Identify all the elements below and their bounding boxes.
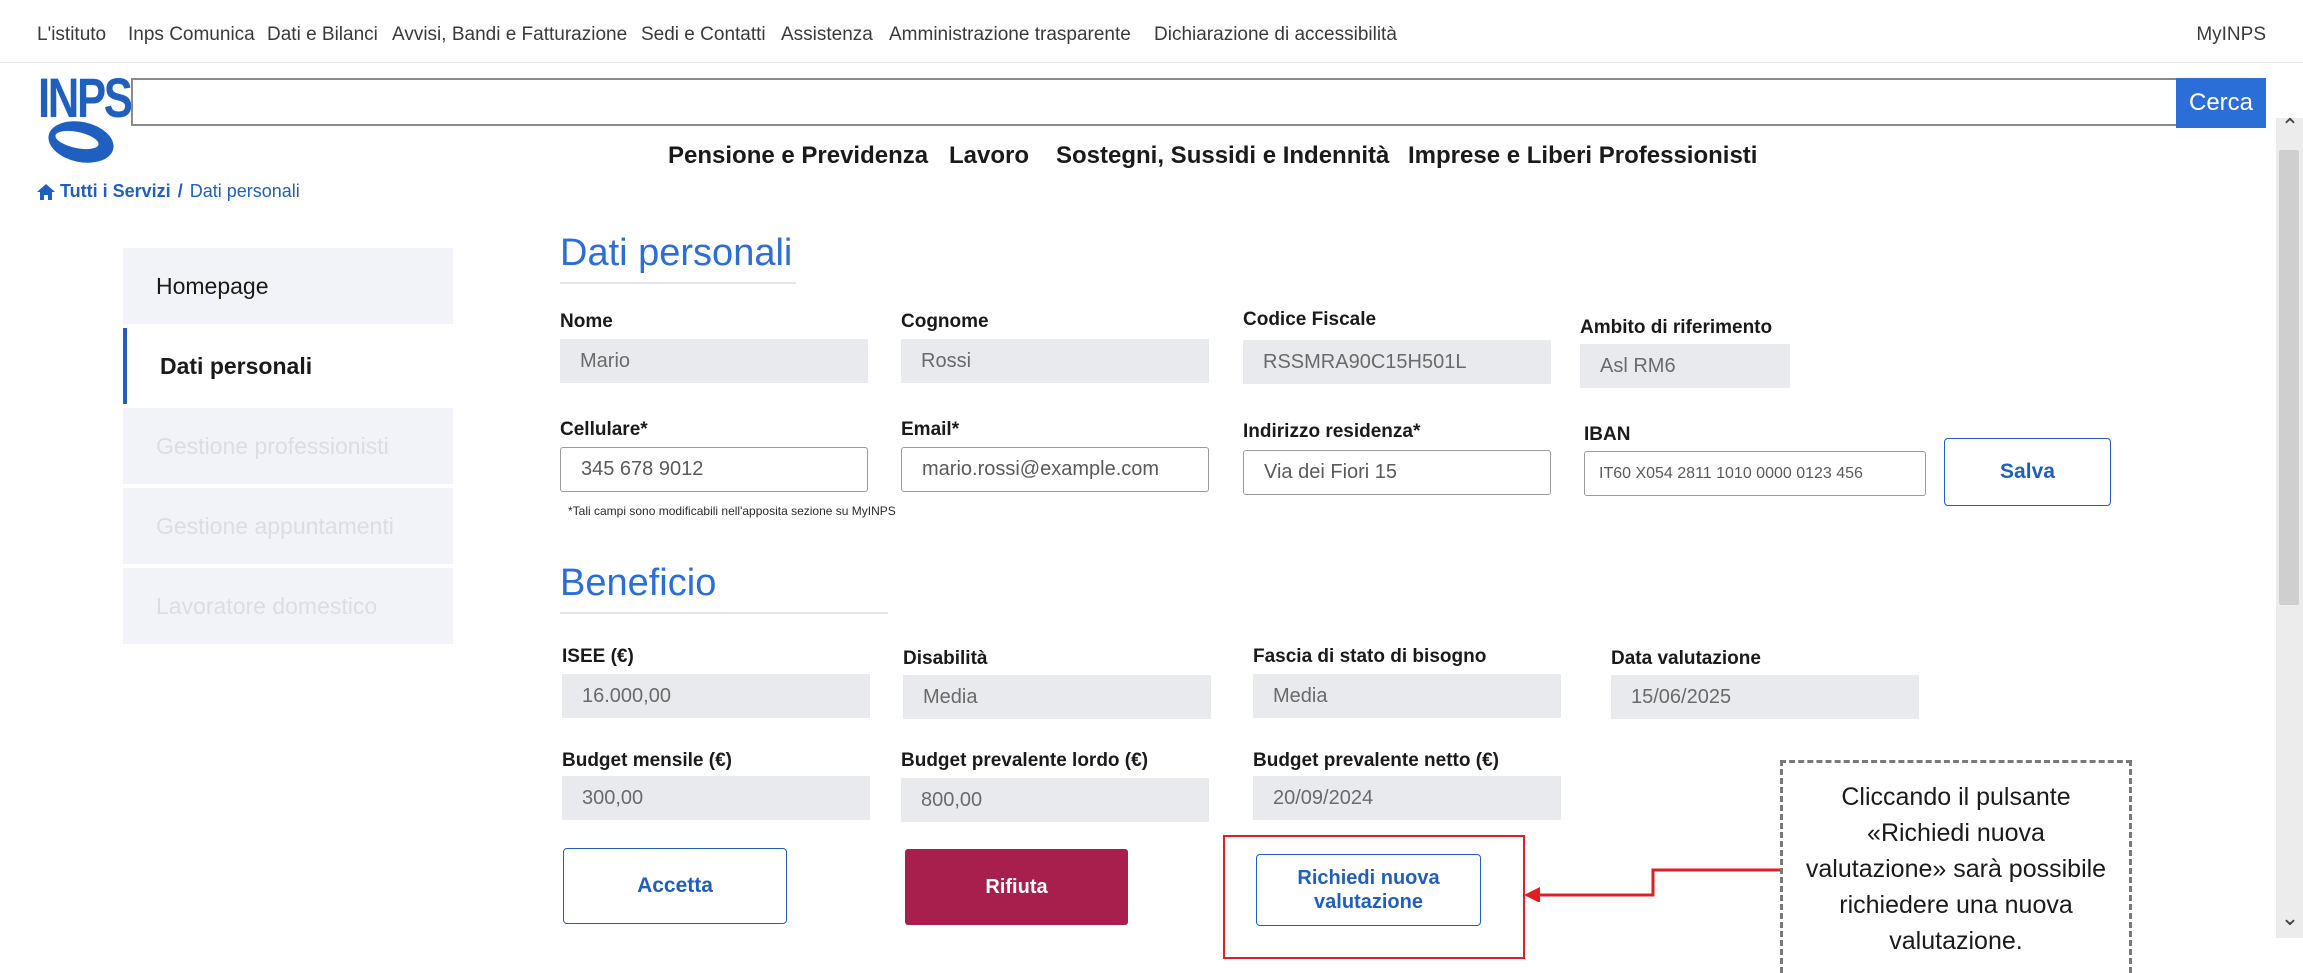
budget-lordo-label: Budget prevalente lordo (€) [901, 750, 1149, 771]
ambito-label: Ambito di riferimento [1580, 317, 1773, 338]
budget-netto-field: 20/09/2024 [1253, 776, 1561, 820]
mainnav-sostegni[interactable]: Sostegni, Sussidi e Indennità [1056, 142, 1389, 170]
email-label: Email* [901, 419, 960, 440]
sidebar-item-gestione-appuntamenti: Gestione appuntamenti [123, 488, 453, 564]
personal-title-underline [560, 282, 796, 284]
sidebar-item-gestione-professionisti: Gestione professionisti [123, 408, 453, 484]
mainnav-pensione[interactable]: Pensione e Previdenza [668, 142, 928, 170]
fascia-label: Fascia di stato di bisogno [1253, 646, 1487, 667]
breadcrumb-home-link[interactable]: Tutti i Servizi [60, 181, 171, 202]
sidebar-item-lavoratore-domestico: Lavoratore domestico [123, 568, 453, 644]
search-button[interactable]: Cerca [2176, 78, 2266, 128]
disabilita-label: Disabilità [903, 648, 988, 669]
search-input[interactable] [131, 78, 2179, 126]
request-button-line2: valutazione [1314, 891, 1423, 913]
sidebar-item-label: Dati personali [160, 352, 313, 379]
mainnav-lavoro[interactable]: Lavoro [949, 142, 1029, 170]
sidebar-menu: Homepage Dati personali Gestione profess… [123, 248, 453, 648]
topnav-link-inps-comunica[interactable]: Inps Comunica [128, 24, 255, 46]
disabilita-field: Media [903, 675, 1211, 719]
breadcrumb: Tutti i Servizi / Dati personali [36, 181, 300, 202]
sidebar-item-label: Gestione professionisti [156, 432, 389, 459]
myinps-link[interactable]: MyINPS [2196, 24, 2266, 46]
ambito-field: Asl RM6 [1580, 344, 1790, 388]
indirizzo-label: Indirizzo residenza* [1243, 421, 1421, 442]
indirizzo-input[interactable]: Via dei Fiori 15 [1243, 450, 1551, 495]
codice-fiscale-label: Codice Fiscale [1243, 309, 1377, 330]
breadcrumb-current: Dati personali [189, 181, 300, 201]
budget-mensile-label: Budget mensile (€) [562, 750, 732, 771]
topnav-link-dati-bilanci[interactable]: Dati e Bilanci [267, 24, 378, 46]
sidebar-item-label: Gestione appuntamenti [156, 512, 394, 539]
cellulare-input[interactable]: 345 678 9012 [560, 447, 868, 492]
sidebar-item-label: Lavoratore domestico [156, 592, 378, 619]
codice-fiscale-field: RSSMRA90C15H501L [1243, 340, 1551, 384]
scrollbar-thumb[interactable] [2279, 150, 2299, 605]
sidebar-item-label: Homepage [156, 272, 269, 299]
cellulare-label: Cellulare* [560, 419, 648, 440]
callout-arrow-icon [1524, 868, 1787, 902]
topnav-link-amministrazione[interactable]: Amministrazione trasparente [889, 24, 1131, 46]
isee-field: 16.000,00 [562, 674, 870, 718]
sidebar-item-homepage[interactable]: Homepage [123, 248, 453, 324]
topnav-link-sedi[interactable]: Sedi e Contatti [641, 24, 766, 46]
topnav-link-accessibilita[interactable]: Dichiarazione di accessibilità [1154, 24, 1397, 46]
nome-label: Nome [560, 311, 613, 332]
topnav-link-istituto[interactable]: L'istituto [37, 24, 106, 46]
data-valutazione-field: 15/06/2025 [1611, 675, 1919, 719]
home-icon[interactable] [36, 183, 56, 201]
iban-input[interactable]: IT60 X054 2811 1010 0000 0123 456 [1584, 451, 1926, 496]
reject-button[interactable]: Rifiuta [905, 849, 1128, 925]
data-valutazione-label: Data valutazione [1611, 648, 1761, 669]
scroll-up-icon[interactable]: ⌃ [2278, 114, 2302, 140]
nome-field: Mario [560, 339, 868, 383]
top-navigation-bar: L'istituto Inps Comunica Dati e Bilanci … [0, 0, 2303, 63]
fascia-field: Media [1253, 674, 1561, 718]
budget-netto-label: Budget prevalente netto (€) [1253, 750, 1499, 771]
editable-fields-note: *Tali campi sono modificabili nell'appos… [568, 504, 896, 518]
isee-label: ISEE (€) [562, 646, 634, 667]
benefit-title-underline [560, 612, 888, 614]
request-new-evaluation-button[interactable]: Richiedi nuova valutazione [1256, 854, 1481, 926]
inps-logo-icon[interactable] [46, 118, 116, 166]
benefit-section-title: Beneficio [560, 562, 717, 604]
accept-button[interactable]: Accetta [563, 848, 787, 924]
sidebar-item-dati-personali[interactable]: Dati personali [123, 328, 453, 404]
callout-annotation: Cliccando il pulsante «Richiedi nuova va… [1780, 760, 2132, 973]
email-input[interactable]: mario.rossi@example.com [901, 447, 1209, 492]
topnav-link-avvisi[interactable]: Avvisi, Bandi e Fatturazione [392, 24, 627, 46]
save-button[interactable]: Salva [1944, 438, 2111, 506]
mainnav-imprese[interactable]: Imprese e Liberi Professionisti [1408, 142, 1757, 170]
budget-mensile-field: 300,00 [562, 776, 870, 820]
topnav-link-assistenza[interactable]: Assistenza [781, 24, 873, 46]
cognome-label: Cognome [901, 311, 989, 332]
breadcrumb-separator: / [177, 181, 183, 201]
scroll-down-icon[interactable]: ⌄ [2278, 905, 2302, 931]
request-button-line1: Richiedi nuova [1297, 867, 1440, 889]
cognome-field: Rossi [901, 339, 1209, 383]
iban-label: IBAN [1584, 424, 1631, 445]
budget-lordo-field: 800,00 [901, 778, 1209, 822]
personal-section-title: Dati personali [560, 232, 793, 274]
